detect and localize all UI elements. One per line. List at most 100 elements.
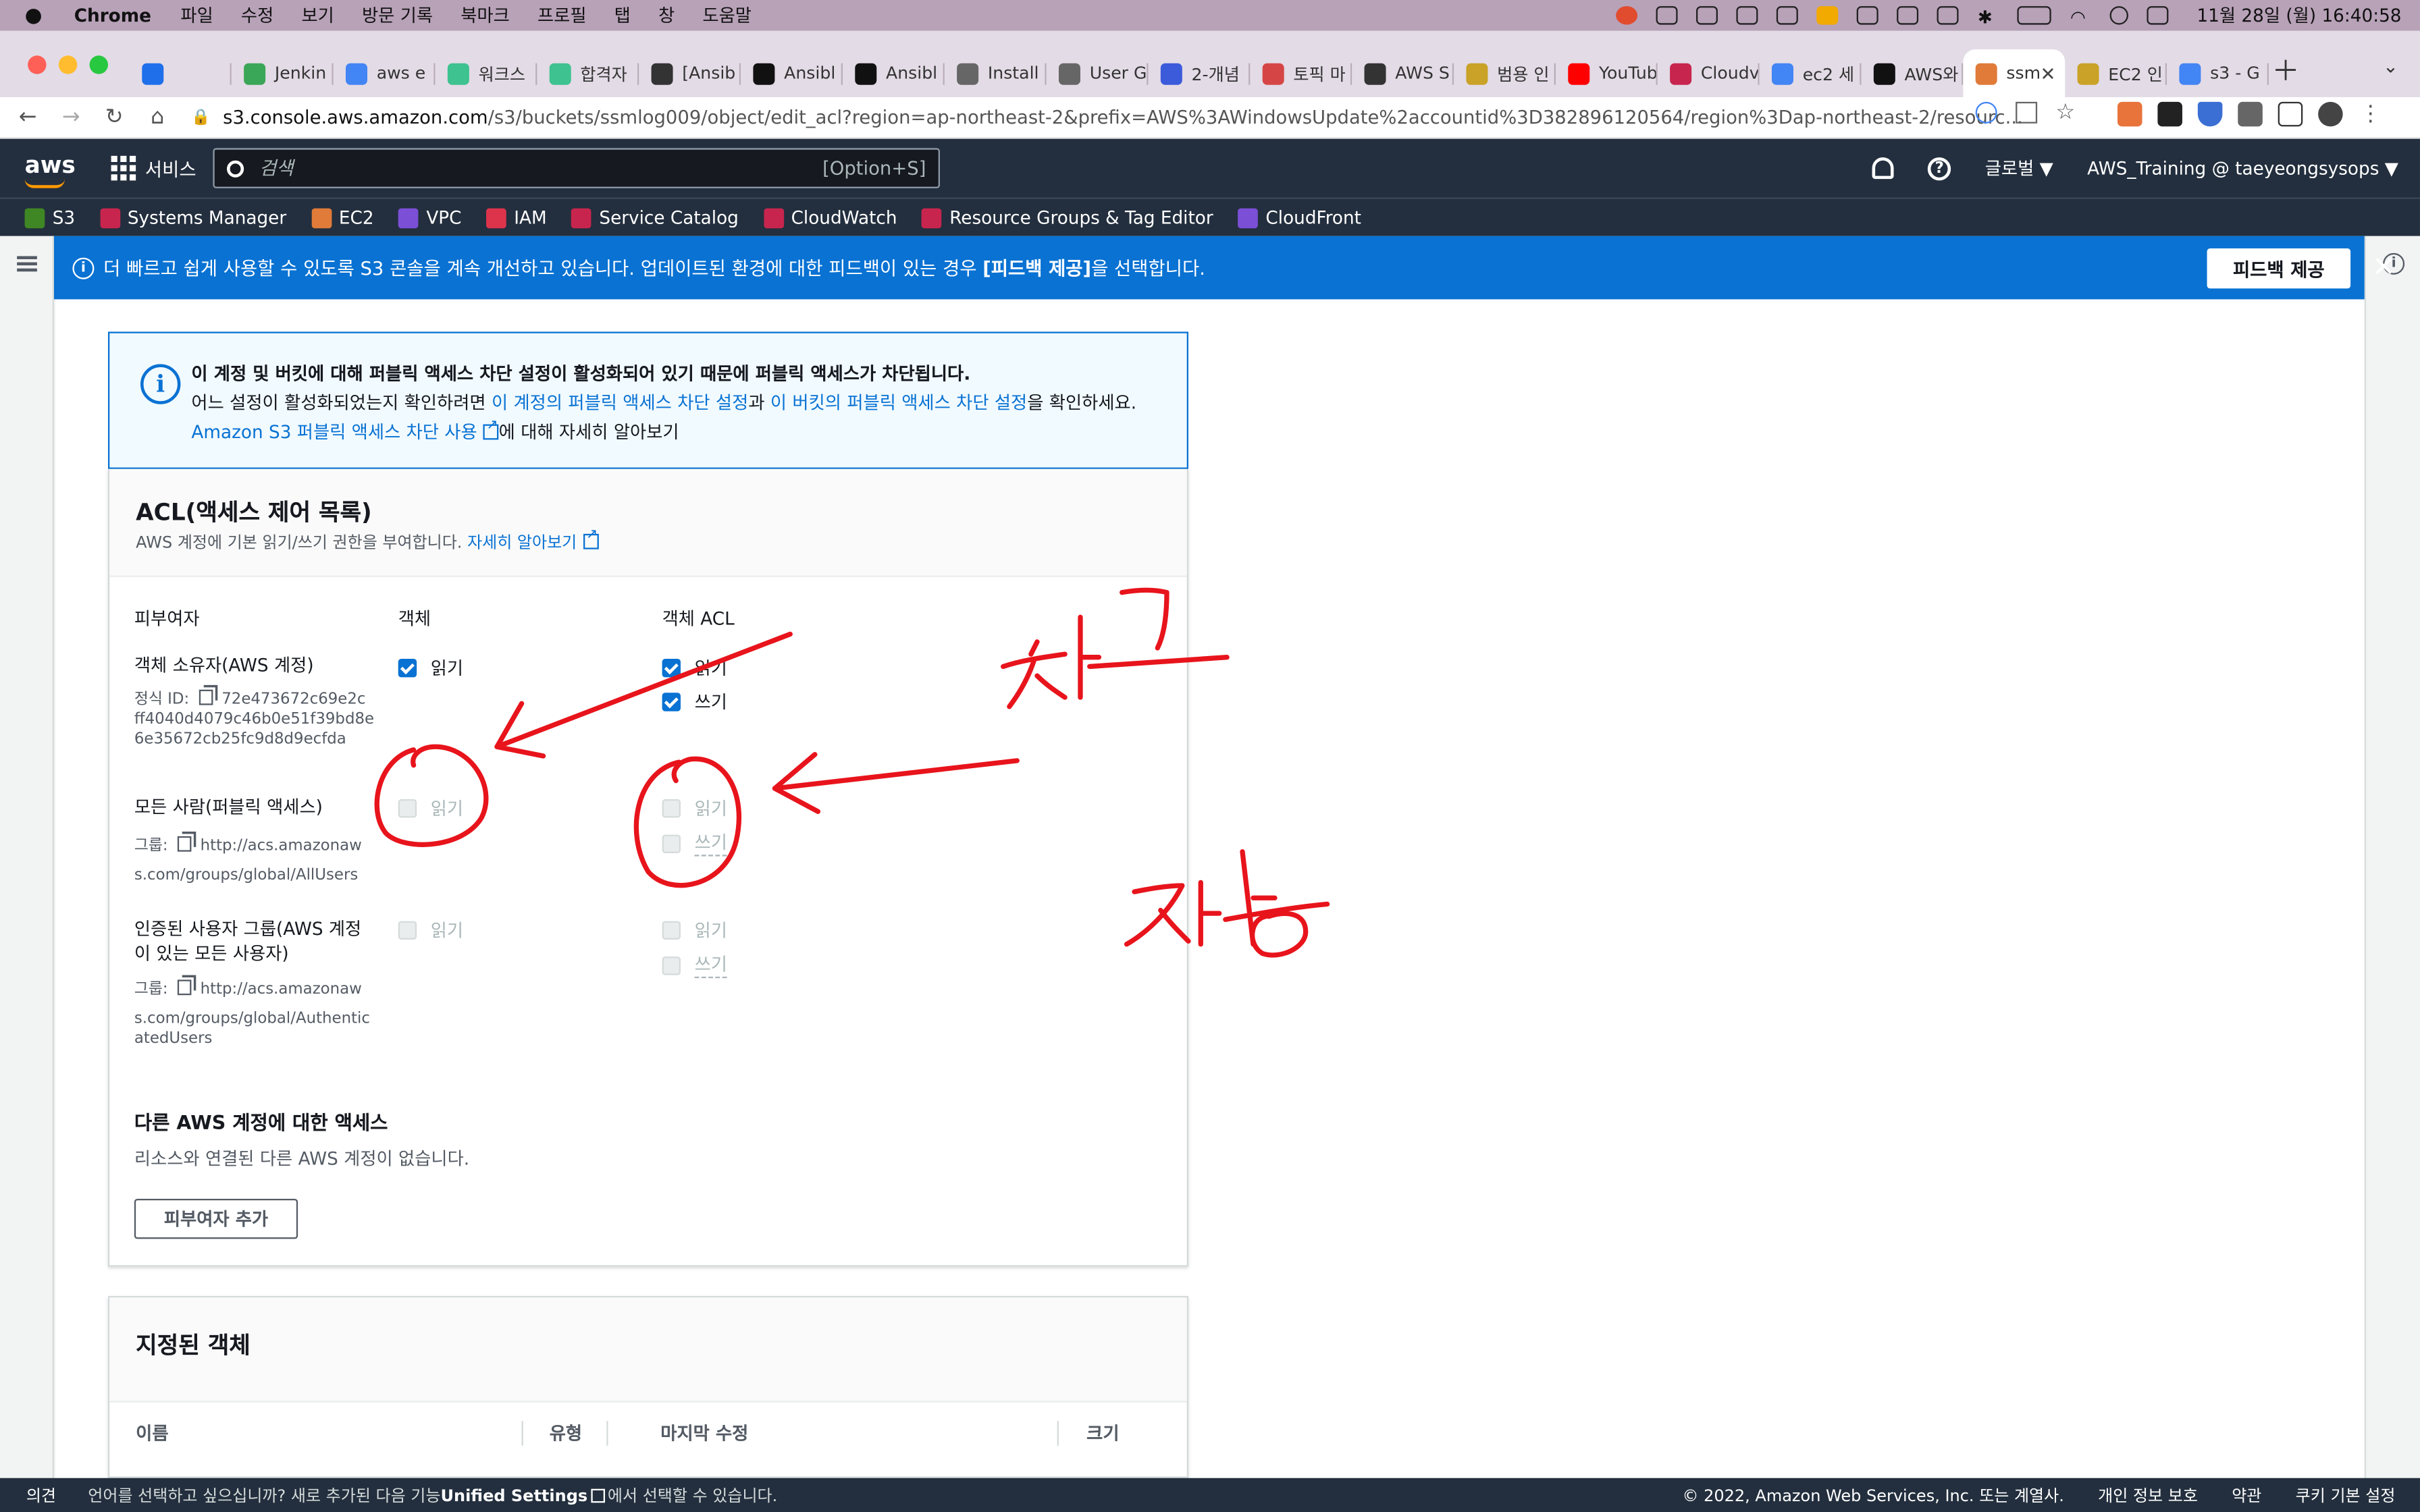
owner-object-read-checkbox[interactable]: 읽기 [398, 655, 463, 680]
copy-icon[interactable] [177, 979, 191, 996]
share-icon[interactable] [2016, 101, 2038, 124]
menubar-clock[interactable]: 11월 28일 (월) 16:40:58 [2197, 3, 2401, 28]
grid-icon[interactable] [1897, 6, 1920, 25]
maximize-window-icon[interactable] [89, 55, 108, 74]
puzzle-icon[interactable] [2238, 101, 2263, 127]
browser-tab[interactable]: 범용 인 [1454, 49, 1556, 97]
back-icon[interactable]: ← [6, 105, 49, 130]
browser-tab[interactable]: 워크스 [436, 49, 537, 97]
authenticated-acl-write-checkbox[interactable]: 쓰기 [662, 952, 727, 979]
pen-icon[interactable] [1737, 6, 1759, 25]
reload-icon[interactable]: ↻ [93, 105, 136, 130]
close-icon[interactable]: ✕ [2372, 252, 2395, 284]
owner-acl-read-checkbox[interactable]: 읽기 [662, 655, 727, 680]
menubar-app-name[interactable]: Chrome [74, 5, 151, 26]
close-window-icon[interactable] [28, 55, 47, 74]
terms-link[interactable]: 약관 [2232, 1484, 2261, 1507]
lock-icon[interactable]: 🔒 [191, 109, 210, 126]
col-size[interactable]: 크기 [1086, 1421, 1119, 1446]
services-grid-icon[interactable] [111, 155, 136, 181]
browser-tab[interactable]: 2-개념 [1149, 49, 1251, 97]
help-icon[interactable]: ? [1928, 156, 1951, 180]
new-tab-icon[interactable]: ＋ [2272, 49, 2300, 89]
favorite-service-link[interactable]: Resource Groups & Tag Editor [922, 207, 1213, 228]
address-bar[interactable]: 🔒 s3.console.aws.amazon.com/s3/buckets/s… [191, 101, 2105, 134]
bucket-block-settings-link[interactable]: 이 버킷의 퍼블릭 액세스 차단 설정 [770, 392, 1027, 414]
everyone-acl-read-checkbox[interactable]: 읽기 [662, 796, 727, 821]
console-search[interactable]: [Option+S] [213, 148, 940, 188]
close-tab-icon[interactable]: ✕ [2041, 63, 2056, 84]
search-icon[interactable] [2110, 6, 2129, 25]
google-lens-icon[interactable] [1975, 101, 1997, 124]
browser-tab[interactable]: ssm ✕ [1963, 49, 2066, 97]
copy-icon[interactable] [198, 689, 213, 705]
apple-icon[interactable]: ● [25, 4, 47, 27]
favorite-service-link[interactable]: VPC [398, 207, 462, 228]
favorite-service-link[interactable]: CloudWatch [763, 207, 897, 228]
menu-hamburger-icon[interactable] [17, 256, 37, 272]
learn-more-link[interactable]: 자세히 알아보기 [467, 534, 577, 552]
favorite-service-link[interactable]: Systems Manager [99, 207, 286, 228]
extension-dark-icon[interactable] [2157, 101, 2182, 127]
browser-tab[interactable]: Install [945, 49, 1047, 97]
services-menu[interactable]: 서비스 [145, 156, 196, 182]
browser-tab[interactable]: 토픽 마 [1250, 49, 1352, 97]
tab-search-icon[interactable]: ⌄ [2383, 55, 2398, 77]
browser-tab[interactable]: YouTub [1556, 49, 1658, 97]
menu-bookmarks[interactable]: 북마크 [461, 3, 510, 28]
everyone-acl-write-checkbox[interactable]: 쓰기 [662, 830, 727, 857]
menu-file[interactable]: 파일 [180, 3, 213, 28]
menu-view[interactable]: 보기 [301, 3, 334, 28]
browser-tab[interactable]: 합격자 [537, 49, 639, 97]
forward-icon[interactable]: → [49, 105, 93, 130]
block-public-access-doc-link[interactable]: Amazon S3 퍼블릭 액세스 차단 사용 [191, 421, 477, 443]
privacy-link[interactable]: 개인 정보 보호 [2098, 1484, 2198, 1507]
aws-logo[interactable]: aws [24, 151, 76, 188]
feedback-link[interactable]: 의견 [26, 1484, 56, 1507]
menu-window[interactable]: 창 [658, 3, 675, 28]
input-source-icon[interactable] [1937, 6, 1959, 25]
extension-v-icon[interactable] [2197, 101, 2223, 127]
side-panel-icon[interactable] [2278, 101, 2303, 127]
bookmark-star-icon[interactable]: ☆ [2056, 102, 2078, 124]
browser-tab[interactable]: Ansibl [843, 49, 945, 97]
copy-icon[interactable] [177, 836, 191, 852]
add-grantee-button[interactable]: 피부여자 추가 [134, 1198, 298, 1239]
menu-help[interactable]: 도움말 [702, 3, 752, 28]
battery-small-icon[interactable] [1777, 6, 1799, 25]
profile-avatar[interactable] [2318, 101, 2343, 127]
minimize-window-icon[interactable] [58, 55, 78, 74]
menu-tab[interactable]: 탭 [614, 3, 631, 28]
battery-icon[interactable] [2018, 6, 2052, 25]
owner-acl-write-checkbox[interactable]: 쓰기 [662, 690, 727, 715]
browser-tab[interactable]: aws e [334, 49, 436, 97]
browser-tab[interactable]: Jenkin [232, 49, 334, 97]
home-icon[interactable]: ⌂ [136, 105, 179, 130]
browser-tab[interactable]: [Ansib [639, 49, 741, 97]
extension-ex-icon[interactable] [2117, 101, 2142, 127]
favorite-service-link[interactable]: IAM [486, 207, 547, 228]
browser-tab[interactable]: AWS와 [1862, 49, 1964, 97]
triangle-icon[interactable] [1857, 6, 1879, 25]
authenticated-acl-read-checkbox[interactable]: 읽기 [662, 918, 727, 943]
cursor-icon[interactable] [1656, 6, 1679, 25]
browser-tab[interactable]: Ansibl [741, 49, 843, 97]
favorite-service-link[interactable]: Service Catalog [571, 207, 739, 228]
control-center-icon[interactable] [2147, 6, 2169, 25]
search-input[interactable] [259, 157, 823, 180]
menu-profile[interactable]: 프로필 [537, 3, 587, 28]
favorite-service-link[interactable]: CloudFront [1238, 207, 1361, 228]
give-feedback-button[interactable]: 피드백 제공 [2207, 248, 2351, 289]
browser-tab[interactable]: User G [1047, 49, 1149, 97]
account-block-settings-link[interactable]: 이 계정의 퍼블릭 액세스 차단 설정 [492, 392, 748, 414]
glasses-icon[interactable] [1696, 6, 1718, 25]
cookie-preferences-link[interactable]: 쿠키 기본 설정 [2296, 1484, 2396, 1507]
bluetooth-icon[interactable]: ✱ [1978, 6, 1999, 28]
wifi-icon[interactable]: ◠ [2070, 6, 2092, 28]
status-app-icon[interactable] [1616, 6, 1639, 25]
unified-settings-link[interactable]: Unified Settings [440, 1487, 587, 1505]
menu-history[interactable]: 방문 기록 [362, 3, 433, 28]
browser-tab[interactable]: AWS S [1352, 49, 1454, 97]
col-type[interactable]: 유형 [550, 1421, 582, 1446]
authenticated-object-read-checkbox[interactable]: 읽기 [398, 918, 463, 943]
